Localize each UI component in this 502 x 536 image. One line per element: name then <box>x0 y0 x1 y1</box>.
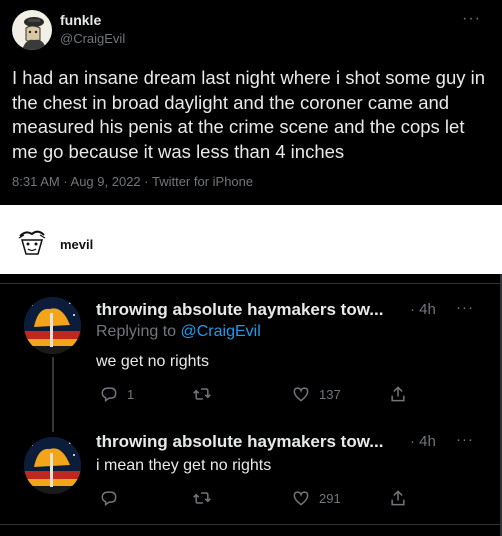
author-avatar[interactable] <box>12 10 52 50</box>
reply-icon <box>101 491 117 507</box>
reply-icon <box>101 387 117 403</box>
share-icon <box>391 490 405 506</box>
like-button[interactable]: 137 <box>291 384 341 404</box>
heart-icon <box>293 491 309 506</box>
more-options-icon[interactable]: ··· <box>462 10 481 28</box>
share-button[interactable] <box>388 488 408 508</box>
reply-author-name[interactable]: throwing absolute haymakers tow... <box>96 300 383 320</box>
tweet-meta[interactable]: 8:31 AM · Aug 9, 2022 · Twitter for iPho… <box>12 174 253 189</box>
more-options-icon[interactable]: ··· <box>456 431 474 448</box>
retweet-icon <box>193 492 211 504</box>
tweet-text: I had an insane dream last night where i… <box>12 67 486 162</box>
replying-mention[interactable]: @CraigEvil <box>181 323 261 340</box>
thread-connector <box>52 357 54 432</box>
author-handle[interactable]: @CraigEvil <box>60 31 125 46</box>
reply-time[interactable]: · 4h <box>410 301 436 318</box>
divider <box>0 283 500 284</box>
retweet-button[interactable] <box>192 488 212 508</box>
like-count: 137 <box>319 386 341 402</box>
more-options-icon[interactable]: ··· <box>456 299 474 316</box>
divider <box>0 524 500 525</box>
replying-prefix: Replying to <box>96 323 181 340</box>
quoter-name[interactable]: mevil <box>60 237 93 252</box>
replying-to: Replying to @CraigEvil <box>96 323 261 341</box>
author-name[interactable]: funkle <box>60 12 101 28</box>
like-button[interactable]: 291 <box>291 488 341 508</box>
reply-avatar[interactable] <box>24 437 81 494</box>
reply-button[interactable]: 1 <box>99 384 134 404</box>
reply-button[interactable] <box>99 488 127 508</box>
like-count: 291 <box>319 490 341 506</box>
heart-icon <box>293 387 309 402</box>
reply-time[interactable]: · 4h <box>410 433 436 450</box>
reply-author-name[interactable]: throwing absolute haymakers tow... <box>96 432 383 452</box>
main-tweet: funkle @CraigEvil ··· I had an insane dr… <box>0 0 502 205</box>
reply-text: we get no rights <box>96 353 209 370</box>
share-button[interactable] <box>388 384 408 404</box>
reply-text: i mean they get no rights <box>96 457 272 474</box>
retweet-button[interactable] <box>192 384 212 404</box>
retweet-icon <box>193 388 211 400</box>
quoter-avatar[interactable] <box>16 226 48 258</box>
reply-avatar[interactable] <box>24 297 81 354</box>
share-icon <box>391 386 405 402</box>
reply-count: 1 <box>127 386 135 402</box>
